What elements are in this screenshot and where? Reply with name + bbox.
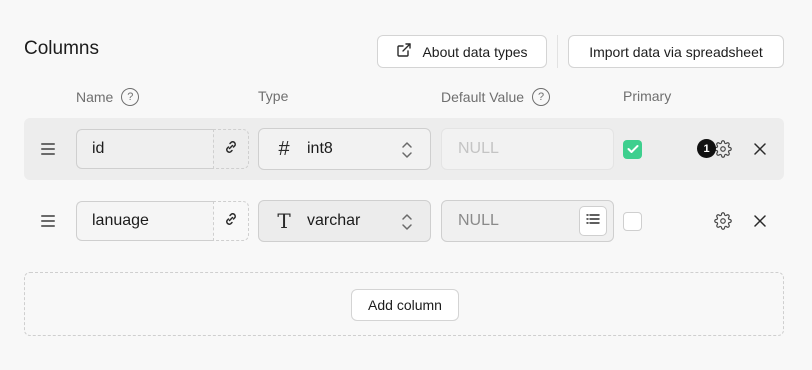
column-header-default-label: Default Value — [441, 89, 525, 105]
column-header-primary-label: Primary — [623, 88, 672, 104]
foreign-key-link-button[interactable] — [213, 129, 249, 169]
help-icon[interactable]: ? — [532, 88, 551, 106]
check-icon — [627, 141, 639, 159]
about-data-types-button[interactable]: About data types — [377, 35, 547, 68]
remove-column-close-icon[interactable] — [753, 214, 767, 233]
import-spreadsheet-label: Import data via spreadsheet — [589, 43, 763, 60]
column-row: lanuage T varchar NULL — [24, 190, 784, 252]
add-column-button[interactable]: Add column — [351, 289, 459, 321]
remove-column-close-icon[interactable] — [753, 142, 767, 161]
link-icon — [223, 211, 239, 232]
column-name-field: id — [76, 129, 249, 169]
column-name-field: lanuage — [76, 201, 249, 241]
column-type-label: varchar — [307, 212, 361, 229]
gear-icon[interactable] — [714, 140, 732, 163]
text-type-icon: T — [277, 209, 291, 233]
column-header-name: Name ? — [76, 88, 140, 106]
column-type-select[interactable]: # int8 — [258, 128, 431, 170]
primary-key-checkbox[interactable] — [623, 212, 642, 231]
list-icon — [586, 212, 600, 230]
column-header-name-label: Name — [76, 89, 114, 105]
chevron-up-down-icon — [401, 213, 413, 236]
add-column-dropzone: Add column — [24, 272, 784, 336]
column-header-default-value: Default Value ? — [441, 88, 551, 106]
about-data-types-label: About data types — [422, 43, 528, 60]
default-value-input[interactable]: NULL — [458, 212, 499, 230]
suggestions-list-button[interactable] — [579, 206, 607, 236]
import-spreadsheet-button[interactable]: Import data via spreadsheet — [568, 35, 784, 68]
column-header-type-label: Type — [258, 88, 289, 104]
default-value-field: NULL — [441, 200, 614, 242]
drag-handle-icon[interactable] — [41, 215, 55, 227]
toolbar-divider — [557, 35, 558, 68]
count-badge: 1 — [697, 139, 716, 158]
hash-icon: # — [278, 137, 290, 160]
drag-handle-icon[interactable] — [41, 143, 55, 155]
default-value-input[interactable]: NULL — [441, 128, 614, 170]
column-name-input[interactable]: lanuage — [76, 201, 213, 241]
primary-key-checkbox[interactable] — [623, 140, 642, 159]
chevron-up-down-icon — [401, 141, 413, 164]
column-row: id # int8 NULL 1 — [24, 118, 784, 180]
foreign-key-link-button[interactable] — [213, 201, 249, 241]
section-title: Columns — [24, 38, 99, 59]
gear-icon[interactable] — [714, 212, 732, 235]
column-type-select[interactable]: T varchar — [258, 200, 431, 242]
help-icon[interactable]: ? — [121, 88, 140, 106]
column-header-type: Type — [258, 88, 288, 104]
column-header-primary: Primary — [623, 88, 671, 104]
link-icon — [223, 139, 239, 160]
column-name-input[interactable]: id — [76, 129, 213, 169]
column-type-label: int8 — [307, 140, 333, 157]
external-link-icon — [396, 42, 412, 61]
